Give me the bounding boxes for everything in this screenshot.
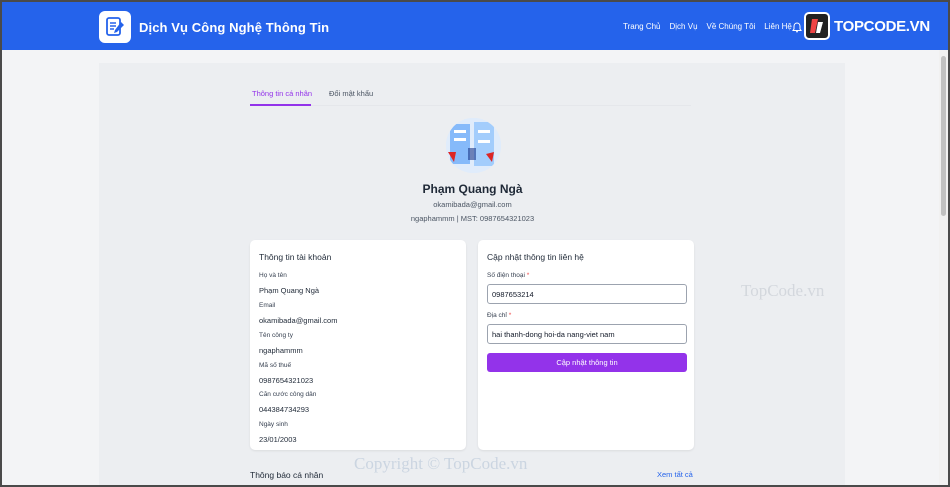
field-value: okamibada@gmail.com xyxy=(259,316,338,325)
account-info-card: Thông tin tài khoản Họ và tên Phạm Quang… xyxy=(250,240,466,450)
watermark-copyright: Copyright © TopCode.vn xyxy=(354,454,528,473)
browser-viewport: Dịch Vụ Công Nghệ Thông Tin Trang Chủ Dị… xyxy=(2,2,948,485)
view-all-link[interactable]: Xem tất cả xyxy=(657,470,693,479)
bell-icon[interactable] xyxy=(792,20,802,38)
required-mark: * xyxy=(508,312,512,319)
avatar[interactable] xyxy=(446,118,501,173)
tab-personal-info[interactable]: Thông tin cá nhân xyxy=(252,89,312,98)
navbar: Dịch Vụ Công Nghệ Thông Tin Trang Chủ Dị… xyxy=(2,2,948,50)
field-birthdate: Ngày sinh 23/01/2003 xyxy=(259,421,297,444)
nav-links: Trang Chủ Dịch Vụ Về Chúng Tôi Liên Hệ xyxy=(623,22,792,31)
profile-tabs: Thông tin cá nhân Đổi mật khẩu xyxy=(250,82,691,106)
tab-active-indicator xyxy=(250,104,311,106)
watermark-logo-text: TOPCODE.VN xyxy=(834,17,930,35)
field-tax-code: Mã số thuế 0987654321023 xyxy=(259,362,313,385)
notifications-title: Thông báo cá nhân xyxy=(250,470,324,480)
watermark-text: TopCode.vn xyxy=(741,281,825,300)
profile-email: okamibada@gmail.com xyxy=(433,200,512,209)
phone-label: Số điện thoại * xyxy=(487,272,529,279)
page-scrollbar[interactable] xyxy=(939,50,948,485)
contact-update-card: Cập nhật thông tin liên hệ Số điện thoại… xyxy=(478,240,694,450)
field-email: Email okamibada@gmail.com xyxy=(259,302,337,325)
field-label: Ngày sinh xyxy=(259,421,288,428)
field-company: Tên công ty ngaphammm xyxy=(259,332,303,355)
app-logo-icon xyxy=(99,11,131,43)
field-full-name: Họ và tên Phạm Quang Ngà xyxy=(259,272,319,295)
required-mark: * xyxy=(526,272,530,279)
nav-services[interactable]: Dịch Vụ xyxy=(670,22,698,31)
field-label: Tên công ty xyxy=(259,332,293,339)
phone-label-text: Số điện thoại xyxy=(487,272,525,279)
update-info-button[interactable]: Cập nhật thông tin xyxy=(487,353,687,372)
field-label: Email xyxy=(259,302,276,309)
brand[interactable]: Dịch Vụ Công Nghệ Thông Tin xyxy=(99,11,329,43)
phone-input[interactable]: 0987653214 xyxy=(487,284,687,304)
field-label: Họ và tên xyxy=(259,272,287,279)
tab-change-password[interactable]: Đổi mật khẩu xyxy=(329,89,373,98)
address-label-text: Địa chỉ xyxy=(487,312,507,319)
scrollbar-thumb[interactable] xyxy=(941,56,946,216)
address-input[interactable]: hai thanh-dong hoi-da nang-viet nam xyxy=(487,324,687,344)
contact-update-title: Cập nhật thông tin liên hệ xyxy=(487,252,584,262)
field-value: 0987654321023 xyxy=(259,376,314,385)
field-value: 23/01/2003 xyxy=(259,435,297,444)
account-info-title: Thông tin tài khoản xyxy=(259,252,332,262)
nav-about[interactable]: Về Chúng Tôi xyxy=(707,22,756,31)
watermark-logo-icon xyxy=(804,12,830,40)
field-citizen-id: Căn cước công dân 044384734293 xyxy=(259,391,316,414)
brand-title: Dịch Vụ Công Nghệ Thông Tin xyxy=(139,19,330,35)
field-label: Mã số thuế xyxy=(259,362,292,369)
nav-home[interactable]: Trang Chủ xyxy=(623,22,661,31)
address-label: Địa chỉ * xyxy=(487,312,511,319)
field-value: ngaphammm xyxy=(259,346,303,355)
field-value: 044384734293 xyxy=(259,405,310,414)
field-value: Phạm Quang Ngà xyxy=(259,286,320,295)
nav-contact[interactable]: Liên Hệ xyxy=(764,22,792,31)
profile-name: Phạm Quang Ngà xyxy=(422,182,523,196)
watermark-logo: TOPCODE.VN xyxy=(804,10,930,42)
profile-company-tax: ngaphammm | MST: 0987654321023 xyxy=(410,214,535,223)
field-label: Căn cước công dân xyxy=(259,391,317,398)
